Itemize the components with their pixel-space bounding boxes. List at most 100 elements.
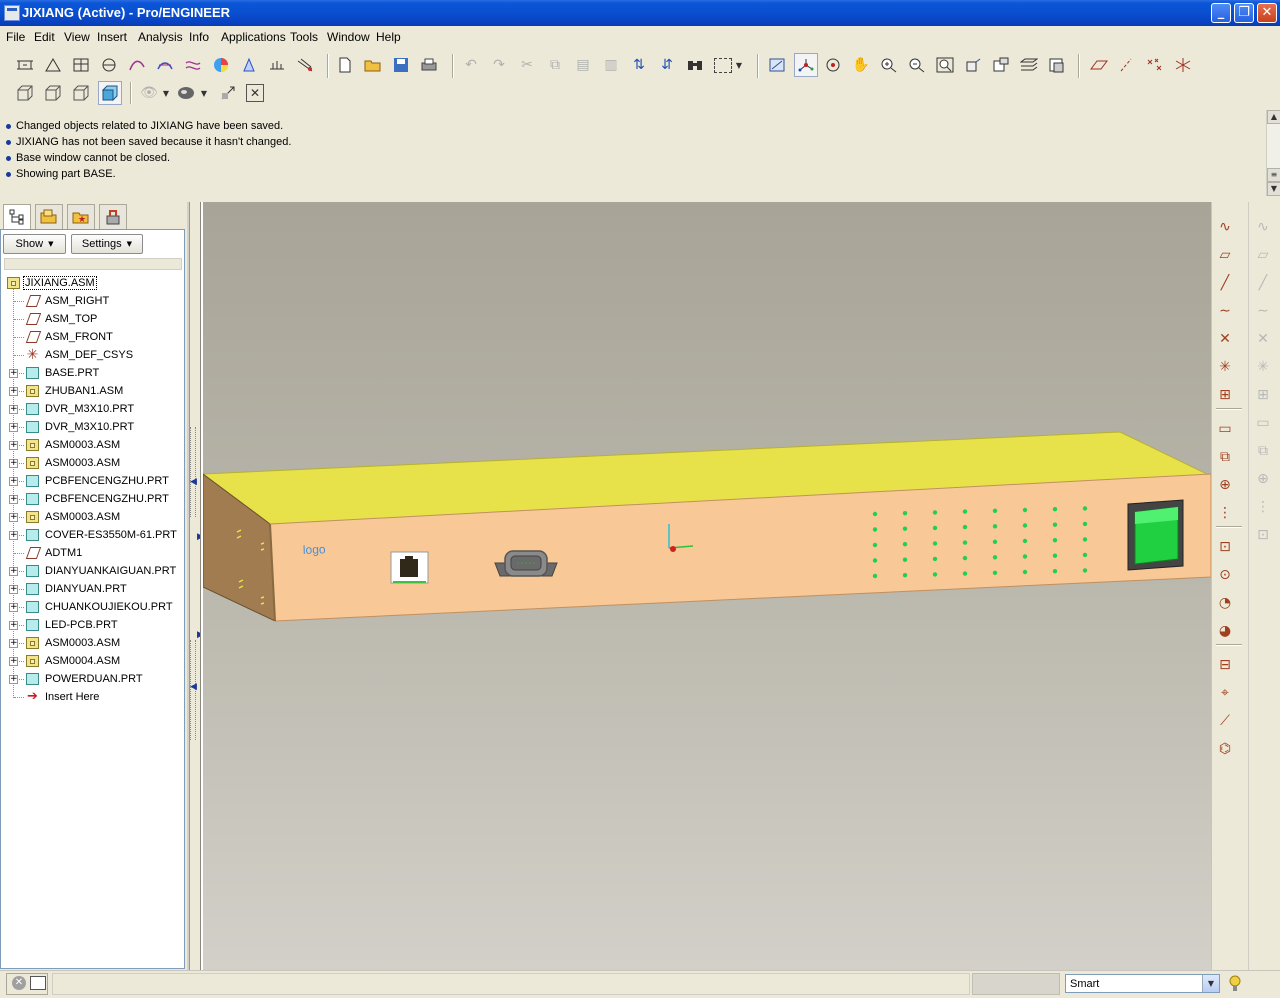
tree-item[interactable]: + ZHUBAN1.ASM — [1, 382, 184, 400]
tree-item[interactable]: ADTM1 — [1, 544, 184, 562]
model-3d-view[interactable]: logo — [203, 202, 1211, 970]
expand-icon[interactable]: + — [9, 495, 18, 504]
chevron-down-icon[interactable]: ▼ — [1202, 975, 1219, 992]
expand-icon[interactable]: + — [9, 477, 18, 486]
tree-item[interactable]: + PCBFENCENGZHU.PRT — [1, 490, 184, 508]
expand-icon[interactable]: + — [9, 441, 18, 450]
view-manager-icon[interactable] — [1046, 54, 1068, 76]
find-icon[interactable] — [684, 54, 706, 76]
minimize-button[interactable]: _ — [1211, 3, 1231, 23]
datum-axes-icon[interactable] — [1116, 54, 1138, 76]
orient-mode-icon[interactable] — [822, 54, 844, 76]
trim-dim-icon[interactable]: ⋮ — [1252, 496, 1274, 518]
datum-csys-icon[interactable] — [1172, 54, 1194, 76]
extrude-dim-icon[interactable]: ▱ — [1252, 244, 1274, 266]
datum-curve-tool-icon[interactable]: ∼ — [1214, 300, 1236, 322]
measure-icon[interactable] — [14, 54, 36, 76]
dihedral-icon[interactable] — [266, 54, 288, 76]
chevron-down-icon[interactable]: ▼ — [160, 82, 172, 104]
revolve-dim-icon[interactable]: ╱ — [1252, 272, 1274, 294]
draft-dim-icon[interactable]: ⧉ — [1252, 440, 1274, 462]
connections-tab[interactable] — [99, 204, 127, 230]
copy-icon[interactable]: ⧉ — [544, 54, 566, 76]
expand-icon[interactable]: + — [9, 387, 18, 396]
message-scrollbar[interactable]: ▲ ≡ ▼ — [1266, 110, 1280, 196]
expand-icon[interactable]: + — [9, 657, 18, 666]
model-tree-tab[interactable] — [3, 204, 31, 230]
repaint-icon[interactable] — [766, 54, 788, 76]
wireframe-icon[interactable] — [14, 82, 36, 104]
datum-planes-icon[interactable] — [1088, 54, 1110, 76]
boundary-icon[interactable]: ✳ — [1252, 356, 1274, 378]
graphics-window[interactable]: logo — [203, 202, 1211, 970]
hidden-line-icon[interactable] — [42, 82, 64, 104]
scroll-thumb[interactable]: ≡ — [1267, 168, 1280, 182]
paste-icon[interactable]: ▤ — [572, 54, 594, 76]
tree-item[interactable]: + LED-PCB.PRT — [1, 616, 184, 634]
app-icon[interactable] — [4, 5, 20, 21]
menu-applications[interactable]: Applications — [221, 30, 286, 44]
shading-icon[interactable] — [98, 81, 122, 105]
pan-icon[interactable]: ✋ — [850, 54, 872, 76]
tree-column-header[interactable] — [4, 258, 182, 270]
expand-icon[interactable]: + — [9, 423, 18, 432]
refit-icon[interactable] — [934, 54, 956, 76]
sketch-datum-curve-icon[interactable]: ∿ — [1214, 216, 1236, 238]
print-icon[interactable] — [418, 54, 440, 76]
datum-axis-tool-icon[interactable]: ╱ — [1214, 272, 1236, 294]
redo-icon[interactable]: ↷ — [488, 54, 510, 76]
tree-item[interactable]: + DIANYUAN.PRT — [1, 580, 184, 598]
datum-point-tool-icon[interactable]: ✕ — [1214, 328, 1236, 350]
scroll-up-icon[interactable]: ▲ — [1267, 110, 1280, 124]
menu-edit[interactable]: Edit — [34, 30, 55, 44]
show-dropdown[interactable]: Show ▼ — [3, 234, 66, 254]
scroll-down-icon[interactable]: ▼ — [1267, 182, 1280, 196]
offset-dim-icon[interactable]: ⊕ — [1252, 468, 1274, 490]
menu-view[interactable]: View — [64, 30, 90, 44]
open-file-icon[interactable] — [362, 54, 384, 76]
close-window-icon[interactable]: ✕ — [246, 84, 264, 102]
menu-tools[interactable]: Tools — [290, 30, 318, 44]
rib-icon[interactable]: ▭ — [1252, 412, 1274, 434]
collapse-left-icon[interactable]: ◀ — [190, 682, 197, 692]
select-box-icon[interactable] — [712, 54, 734, 76]
expand-icon[interactable]: + — [9, 567, 18, 576]
visibility-icon[interactable]: 👁 — [138, 82, 160, 104]
curve-analysis-icon[interactable] — [126, 54, 148, 76]
expand-icon[interactable]: + — [9, 621, 18, 630]
mirror-icon[interactable]: ⌖ — [1214, 682, 1236, 704]
area-icon[interactable] — [42, 54, 64, 76]
selection-filter-dropdown[interactable]: Smart ▼ — [1065, 974, 1220, 993]
tree-item[interactable]: ASM_RIGHT — [1, 292, 184, 310]
tree-item[interactable]: + DVR_M3X10.PRT — [1, 418, 184, 436]
save-icon[interactable] — [390, 54, 412, 76]
settings-dropdown[interactable]: Settings ▼ — [71, 234, 143, 254]
cancel-icon[interactable]: ✕ — [12, 976, 26, 990]
chamfer-icon[interactable]: ◕ — [1214, 620, 1236, 642]
surface-analysis-icon[interactable] — [154, 54, 176, 76]
tree-item[interactable]: + ASM0004.ASM — [1, 652, 184, 670]
tree-item[interactable]: + ASM0003.ASM — [1, 508, 184, 526]
tree-item[interactable]: + CHUANKOUJIEKOU.PRT — [1, 598, 184, 616]
expand-icon[interactable]: + — [9, 675, 18, 684]
expand-icon[interactable]: + — [9, 513, 18, 522]
expand-icon[interactable]: + — [9, 639, 18, 648]
saved-views-icon[interactable] — [990, 54, 1012, 76]
section-icon[interactable] — [70, 54, 92, 76]
spin-center-icon[interactable] — [794, 53, 818, 77]
surface-edit-icon[interactable]: ⌬ — [1214, 738, 1236, 760]
tree-item[interactable]: + DIANYUANKAIGUAN.PRT — [1, 562, 184, 580]
tree-item[interactable]: + PCBFENCENGZHU.PRT — [1, 472, 184, 490]
zoom-in-icon[interactable] — [878, 54, 900, 76]
chevron-down-icon[interactable]: ▼ — [733, 54, 745, 76]
round-icon[interactable]: ◔ — [1214, 592, 1236, 614]
thicken-dim-icon[interactable]: ⊡ — [1252, 524, 1274, 546]
undo-icon[interactable]: ↶ — [460, 54, 482, 76]
appearance-icon[interactable] — [176, 82, 198, 104]
shade-icon[interactable] — [294, 54, 316, 76]
regen-manager-icon[interactable]: ⇵ — [656, 54, 678, 76]
tree-item[interactable]: ✳ ASM_DEF_CSYS — [1, 346, 184, 364]
draft-icon[interactable] — [238, 54, 260, 76]
new-file-icon[interactable] — [334, 54, 356, 76]
datum-points-icon[interactable] — [1144, 54, 1166, 76]
